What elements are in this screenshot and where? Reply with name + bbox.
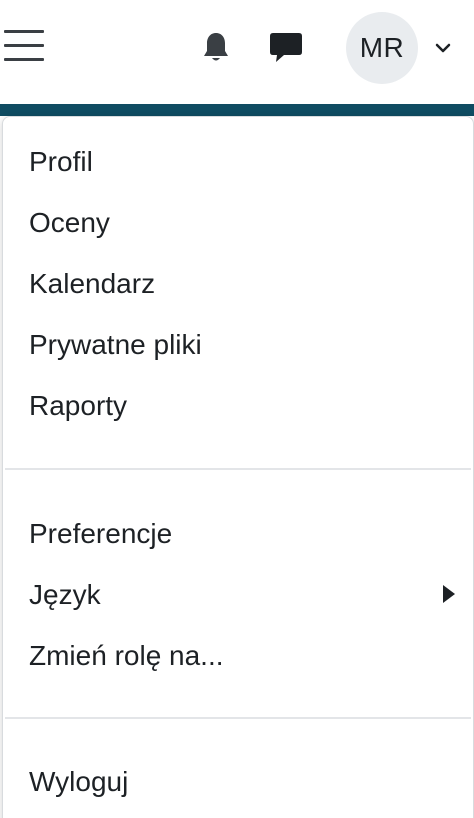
navbar-brand-strip [0, 104, 474, 116]
bell-icon[interactable] [201, 31, 231, 65]
menu-item-language[interactable]: Język [29, 578, 101, 612]
user-avatar[interactable]: MR [346, 12, 418, 84]
menu-item-grades[interactable]: Oceny [29, 206, 110, 240]
caret-right-icon[interactable] [441, 583, 457, 605]
chevron-down-icon[interactable] [432, 40, 454, 56]
hamburger-bar [4, 44, 44, 47]
user-dropdown-menu: Profil Oceny Kalendarz Prywatne pliki Ra… [2, 116, 474, 818]
top-navbar: MR [0, 0, 474, 104]
chat-bubble-icon[interactable] [268, 31, 304, 65]
hamburger-bar [4, 30, 44, 33]
page: MR Profil Oceny Kalendarz Prywatne pliki… [0, 0, 474, 818]
menu-item-calendar[interactable]: Kalendarz [29, 267, 155, 301]
menu-item-switch-role[interactable]: Zmień rolę na... [29, 639, 224, 673]
menu-divider [5, 468, 471, 470]
menu-item-reports[interactable]: Raporty [29, 389, 127, 423]
menu-item-preferences[interactable]: Preferencje [29, 517, 172, 551]
menu-item-private-files[interactable]: Prywatne pliki [29, 328, 202, 362]
menu-item-logout[interactable]: Wyloguj [29, 765, 128, 799]
avatar-initials: MR [359, 32, 405, 63]
menu-divider [5, 717, 471, 719]
menu-item-profile[interactable]: Profil [29, 145, 93, 179]
hamburger-bar [4, 58, 44, 61]
hamburger-menu-icon[interactable] [2, 28, 46, 64]
